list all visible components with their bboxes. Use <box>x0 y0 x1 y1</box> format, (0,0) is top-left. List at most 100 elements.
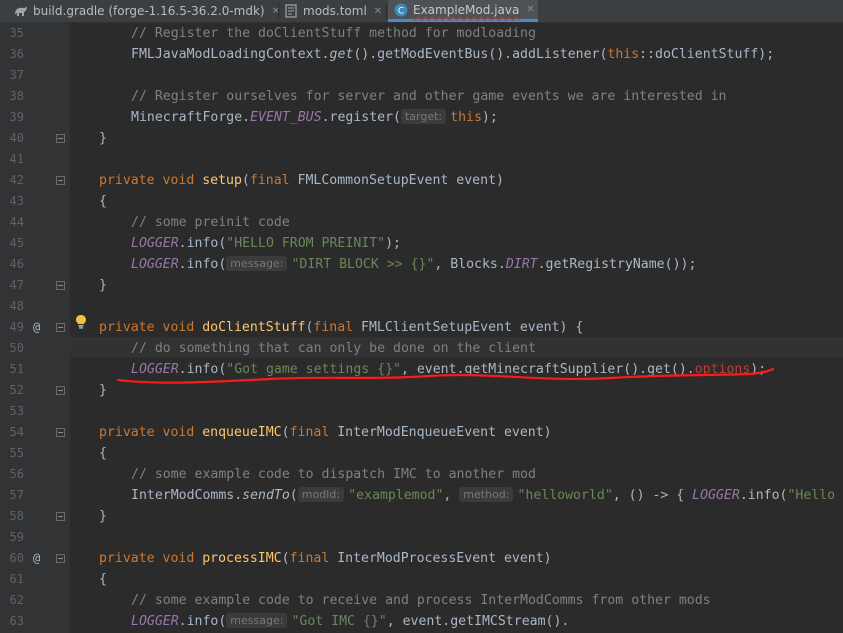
close-icon[interactable]: ✕ <box>374 6 382 17</box>
code-line-52: } <box>99 380 107 401</box>
code-token: ( <box>289 488 298 503</box>
code-token: private void <box>99 173 203 188</box>
code-token: setup <box>202 173 242 188</box>
line-number: 62 <box>9 593 24 607</box>
tab-examplemod-java[interactable]: C ExampleMod.java ✕ <box>388 0 538 22</box>
code-line-43: { <box>99 191 107 212</box>
fold-icon[interactable] <box>56 554 65 563</box>
tab-label: build.gradle (forge-1.16.5-36.2.0-mdk) <box>33 4 265 18</box>
code-token: EVENT_BUS <box>250 110 322 125</box>
parameter-hint: target: <box>400 109 447 124</box>
code-token: , () -> { <box>612 488 693 503</box>
code-line-44: // some preinit code <box>131 212 290 233</box>
line-number: 47 <box>9 278 24 292</box>
code-line-42: private void setup(final FMLCommonSetupE… <box>99 170 504 191</box>
code-token: ( <box>281 425 290 440</box>
line-number: 55 <box>9 446 24 460</box>
java-class-icon: C <box>394 3 408 17</box>
fold-icon[interactable] <box>56 512 65 521</box>
line-number: 40 <box>9 131 24 145</box>
svg-text:C: C <box>398 6 404 16</box>
code-token: FMLClientSetupEvent event) { <box>361 320 584 335</box>
code-line-38: // Register ourselves for server and oth… <box>131 86 726 107</box>
code-editor[interactable]: // Register the doClientStuff method for… <box>70 23 843 633</box>
line-number: 44 <box>9 215 24 229</box>
lightbulb-icon[interactable] <box>74 314 88 330</box>
override-marker-icon[interactable]: @ <box>33 548 40 569</box>
close-icon[interactable]: ✕ <box>526 4 534 15</box>
code-line-54: private void enqueueIMC(final InterModEn… <box>99 422 552 443</box>
override-marker-icon[interactable]: @ <box>33 317 40 338</box>
toml-file-icon <box>284 4 298 18</box>
code-token: this <box>607 47 640 62</box>
code-token: .info( <box>739 488 788 503</box>
code-token: MinecraftForge. <box>131 110 251 125</box>
tab-build-gradle[interactable]: build.gradle (forge-1.16.5-36.2.0-mdk) ✕ <box>14 0 280 22</box>
fold-icon[interactable] <box>56 386 65 395</box>
line-number: 35 <box>9 26 24 40</box>
parameter-hint: method: <box>459 487 514 502</box>
tab-divider <box>386 3 387 19</box>
code-token: "Hello <box>787 488 836 503</box>
line-number: 61 <box>9 572 24 586</box>
code-line-47: } <box>99 275 107 296</box>
fold-icon[interactable] <box>56 428 65 437</box>
code-token: .register( <box>321 110 401 125</box>
code-token: processIMC <box>202 551 282 566</box>
code-token: ().getModEventBus().addListener( <box>353 47 608 62</box>
code-token: private void <box>99 425 203 440</box>
code-token: , Blocks. <box>434 257 506 272</box>
code-token: InterModProcessEvent event) <box>337 551 552 566</box>
comment: // Register ourselves for server and oth… <box>131 89 727 104</box>
line-number: 50 <box>9 341 24 355</box>
code-token: LOGGER <box>692 488 740 503</box>
fold-icon[interactable] <box>56 281 65 290</box>
code-token: .info( <box>178 362 227 377</box>
code-token: ( <box>281 551 290 566</box>
tab-label: ExampleMod.java <box>413 2 520 17</box>
code-token: get <box>329 47 354 62</box>
code-token: sendTo <box>242 488 290 503</box>
editor-gutter[interactable]: 35 36 37 38 39 40 41 42 43 44 45 46 47 4… <box>0 23 70 633</box>
comment: // some example code to dispatch IMC to … <box>131 467 536 482</box>
code-line-58: } <box>99 506 107 527</box>
line-number: 58 <box>9 509 24 523</box>
line-number: 56 <box>9 467 24 481</box>
code-token: final <box>289 425 338 440</box>
fold-icon[interactable] <box>56 323 65 332</box>
fold-icon[interactable] <box>56 134 65 143</box>
code-token: "Got game settings {}" <box>226 362 401 377</box>
code-token: "examplemod" <box>348 488 444 503</box>
code-token: .info( <box>178 257 227 272</box>
code-token: enqueueIMC <box>202 425 282 440</box>
code-token: } <box>99 278 107 293</box>
comment: // some preinit code <box>131 215 290 230</box>
code-line-40: } <box>99 128 107 149</box>
code-token: LOGGER <box>131 257 179 272</box>
code-token: LOGGER <box>131 236 179 251</box>
code-line-51: LOGGER.info("Got game settings {}", even… <box>131 359 766 380</box>
comment: // Register the doClientStuff method for… <box>131 26 536 41</box>
comment: // some example code to receive and proc… <box>131 593 711 608</box>
line-number: 48 <box>9 299 24 313</box>
code-token: FMLCommonSetupEvent event) <box>297 173 504 188</box>
fold-icon[interactable] <box>56 176 65 185</box>
code-token: , event.getIMCStream(). <box>386 614 570 629</box>
code-token: } <box>99 509 107 524</box>
code-token: { <box>99 572 107 587</box>
code-line-55: { <box>99 443 107 464</box>
line-number: 63 <box>9 614 24 628</box>
line-number: 54 <box>9 425 24 439</box>
code-line-57: InterModComms.sendTo(modId: "examplemod",… <box>131 485 835 506</box>
line-number: 57 <box>9 488 24 502</box>
code-token: LOGGER <box>131 362 179 377</box>
code-token: options <box>694 362 751 377</box>
code-token: , event.getMinecraftSupplier().get(). <box>400 362 695 377</box>
code-token: } <box>99 383 107 398</box>
code-token: private void <box>99 320 203 335</box>
code-token: "Got IMC {}" <box>291 614 387 629</box>
code-token: { <box>99 446 107 461</box>
code-token: ); <box>385 236 401 251</box>
tab-mods-toml[interactable]: mods.toml ✕ <box>284 0 382 22</box>
parameter-hint: message: <box>226 613 288 628</box>
